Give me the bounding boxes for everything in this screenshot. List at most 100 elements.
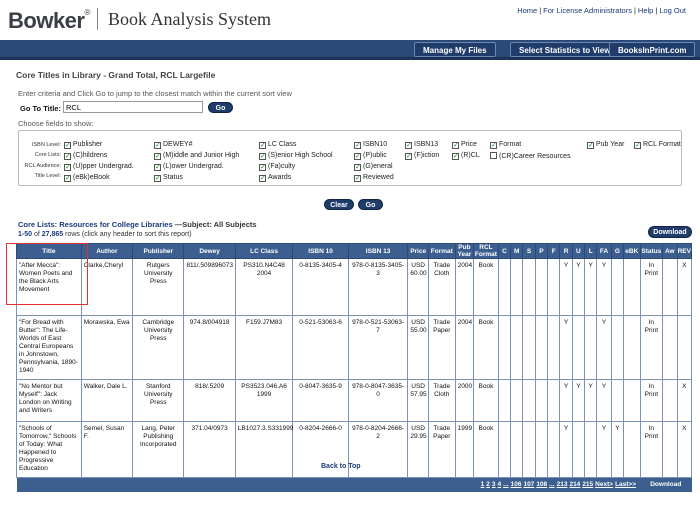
checkbox-icon[interactable]: ✓ [64, 142, 71, 149]
col-c[interactable]: C [497, 243, 512, 259]
col-publisher[interactable]: Publisher [132, 243, 185, 259]
checkbox-icon[interactable]: ✓ [354, 153, 361, 160]
checkbox-ebook[interactable]: ✓ (eBk)eBook [64, 174, 110, 182]
checkbox-status[interactable]: ✓ Status [154, 174, 183, 182]
col-isbn13[interactable]: ISBN 13 [347, 243, 409, 259]
checkbox-career-resources[interactable]: (CR)Career Resources [490, 152, 571, 160]
col-author[interactable]: Author [80, 243, 134, 259]
checkbox-icon[interactable]: ✓ [354, 175, 361, 182]
checkbox-lc-class[interactable]: ✓ LC Class [259, 141, 296, 149]
col-s[interactable]: S [522, 243, 536, 259]
manage-files-button[interactable]: Manage My Files [414, 42, 496, 57]
checkbox-icon[interactable]: ✓ [154, 175, 161, 182]
checkbox-icon[interactable]: ✓ [354, 164, 361, 171]
checkbox-pub-year[interactable]: ✓ Pub Year [587, 141, 624, 149]
col-g[interactable]: G [610, 243, 625, 259]
col-l[interactable]: L [584, 243, 598, 259]
page-link[interactable]: 108 [536, 481, 547, 488]
page-link[interactable]: Next> [595, 481, 613, 488]
checkbox-icon[interactable]: ✓ [634, 142, 641, 149]
checkbox-middle-junior-high[interactable]: ✓ (M)iddle and Junior High [154, 152, 239, 160]
col-status[interactable]: Status [639, 243, 664, 259]
bowker-logo[interactable]: Bowker® [8, 8, 90, 34]
page-link[interactable]: 1 [481, 481, 485, 488]
checkbox-icon[interactable]: ✓ [405, 142, 412, 149]
col-rcl-format[interactable]: RCL Format [473, 243, 499, 259]
col-fa[interactable]: FA [596, 243, 612, 259]
checkbox-price[interactable]: ✓ Price [452, 141, 477, 149]
checkbox-icon[interactable]: ✓ [452, 142, 459, 149]
checkbox-general[interactable]: ✓ (G)eneral [354, 163, 393, 171]
checkbox-icon[interactable]: ✓ [587, 142, 594, 149]
checkbox-icon[interactable]: ✓ [154, 153, 161, 160]
col-format[interactable]: Format [427, 243, 456, 259]
footer-download-link[interactable]: Download [640, 477, 692, 492]
col-price[interactable]: Price [407, 243, 429, 259]
checkbox-icon[interactable]: ✓ [154, 164, 161, 171]
checkbox-icon[interactable]: ✓ [154, 142, 161, 149]
table-row[interactable]: "For Bread with Butter": The Life-Worlds… [16, 315, 692, 380]
table-row[interactable]: "After Mecca": Women Poets and the Black… [16, 258, 692, 316]
page-link[interactable]: 214 [569, 481, 580, 488]
checkbox-icon[interactable]: ✓ [354, 142, 361, 149]
checkbox-icon[interactable]: ✓ [405, 153, 412, 160]
checkbox-faculty[interactable]: ✓ (Fa)culty [259, 163, 295, 171]
table-row[interactable]: "No Mentor but Myself": Jack London on W… [16, 379, 692, 422]
col-rev[interactable]: REV [676, 243, 692, 259]
page-link[interactable]: 106 [511, 481, 522, 488]
select-statistics-button[interactable]: Select Statistics to View [510, 42, 620, 57]
booksinprint-button[interactable]: BooksInPrint.com [609, 42, 696, 57]
col-aw[interactable]: Aw [662, 243, 678, 259]
download-button[interactable]: Download [648, 226, 692, 238]
page-link[interactable]: 213 [557, 481, 568, 488]
col-pub-year[interactable]: Pub Year [454, 243, 475, 259]
goto-title-input[interactable] [63, 101, 203, 113]
license-admin-link[interactable]: For License Administrators [543, 6, 632, 15]
checkbox-senior-high[interactable]: ✓ (S)enior High School [259, 152, 333, 160]
col-p[interactable]: P [534, 243, 549, 259]
checkbox-publisher[interactable]: ✓ Publisher [64, 141, 102, 149]
checkbox-icon[interactable] [490, 152, 497, 159]
checkbox-icon[interactable]: ✓ [259, 175, 266, 182]
checkbox-isbn10[interactable]: ✓ ISBN10 [354, 141, 387, 149]
goto-go-button[interactable]: Go [208, 102, 233, 113]
page-link[interactable]: 215 [582, 481, 593, 488]
checkbox-rcl-format[interactable]: ✓ RCL Format [634, 141, 681, 149]
checkbox-icon[interactable]: ✓ [259, 164, 266, 171]
checkbox-icon[interactable]: ✓ [452, 153, 459, 160]
checkbox-icon[interactable]: ✓ [64, 153, 71, 160]
clear-button[interactable]: Clear [324, 199, 354, 210]
logout-link[interactable]: Log Out [659, 6, 686, 15]
col-lc-class[interactable]: LC Class [234, 243, 294, 259]
checkbox-icon[interactable]: ✓ [259, 142, 266, 149]
checkbox-childrens[interactable]: ✓ (C)hildrens [64, 152, 107, 160]
checkbox-icon[interactable]: ✓ [259, 153, 266, 160]
col-m[interactable]: M [510, 243, 524, 259]
page-link[interactable]: 3 [492, 481, 496, 488]
checkbox-lower-undergrad[interactable]: ✓ (L)ower Undergrad. [154, 163, 224, 171]
checkbox-public[interactable]: ✓ (P)ublic [354, 152, 387, 160]
help-link[interactable]: Help [638, 6, 653, 15]
page-link[interactable]: 4 [498, 481, 502, 488]
checkbox-icon[interactable]: ✓ [64, 175, 71, 182]
col-ebk[interactable]: eBK [623, 243, 641, 259]
col-isbn10[interactable]: ISBN 10 [292, 243, 349, 259]
go-button[interactable]: Go [358, 199, 383, 210]
checkbox-dewey[interactable]: ✓ DEWEY# [154, 141, 193, 149]
checkbox-icon[interactable]: ✓ [490, 142, 497, 149]
checkbox-reviewed[interactable]: ✓ Reviewed [354, 174, 394, 182]
page-link[interactable]: 2 [486, 481, 490, 488]
checkbox-icon[interactable]: ✓ [64, 164, 71, 171]
col-u[interactable]: U [571, 243, 586, 259]
home-link[interactable]: Home [517, 6, 537, 15]
page-link[interactable]: 107 [523, 481, 534, 488]
back-to-top-link[interactable]: Back to Top [321, 463, 361, 470]
col-dewey[interactable]: Dewey [183, 243, 236, 259]
checkbox-fiction[interactable]: ✓ (F)iction [405, 152, 439, 160]
checkbox-isbn13[interactable]: ✓ ISBN13 [405, 141, 438, 149]
checkbox-format[interactable]: ✓ Format [490, 141, 521, 149]
checkbox-upper-undergrad[interactable]: ✓ (U)pper Undergrad. [64, 163, 134, 171]
col-f[interactable]: F [547, 243, 561, 259]
col-r[interactable]: R [559, 243, 573, 259]
page-link[interactable]: Last>> [615, 481, 636, 488]
